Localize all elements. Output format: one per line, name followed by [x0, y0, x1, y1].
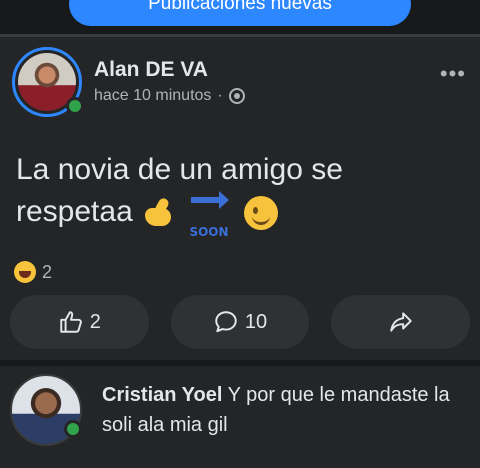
post-meta: hace 10 minutos ·	[94, 87, 245, 105]
more-options-icon[interactable]: •••	[440, 61, 466, 87]
thumbs-up-icon	[60, 311, 82, 333]
reactions-summary[interactable]: 2	[14, 261, 52, 283]
online-status-icon	[66, 97, 84, 115]
thumbs-up-emoji-icon	[143, 196, 175, 228]
haha-reaction-icon	[14, 261, 36, 283]
like-count: 2	[89, 310, 101, 333]
new-posts-button[interactable]: Publicaciones nuevas	[69, 0, 411, 26]
wink-emoji-icon	[243, 196, 278, 231]
comment-body: Cristian Yoel Y por que le mandaste la s…	[102, 380, 462, 440]
commenter-name[interactable]: Cristian Yoel	[102, 384, 222, 406]
reaction-count: 2	[42, 261, 53, 282]
comment-count: 10	[244, 310, 268, 333]
post-text: La novia de un amigo se respetaa SOON	[16, 149, 466, 239]
post-card: Alan DE VA hace 10 minutos · ••• La novi…	[0, 37, 480, 360]
post-actions: 2 10	[10, 295, 471, 349]
globe-icon	[228, 88, 245, 104]
share-button[interactable]	[331, 295, 471, 349]
post-author-name[interactable]: Alan DE VA	[94, 58, 208, 82]
like-button[interactable]: 2	[10, 295, 149, 349]
comment-icon	[215, 311, 237, 333]
post-timestamp[interactable]: hace 10 minutos	[94, 87, 211, 105]
comment-item: Cristian Yoel Y por que le mandaste la s…	[0, 366, 480, 468]
soon-arrow-emoji-icon: SOON	[189, 191, 230, 239]
post-text-content: La novia de un amigo se respetaa	[16, 153, 343, 228]
meta-separator: ·	[217, 87, 223, 104]
comment-button[interactable]: 10	[170, 295, 310, 349]
share-icon	[389, 312, 412, 332]
online-status-icon	[64, 420, 82, 438]
